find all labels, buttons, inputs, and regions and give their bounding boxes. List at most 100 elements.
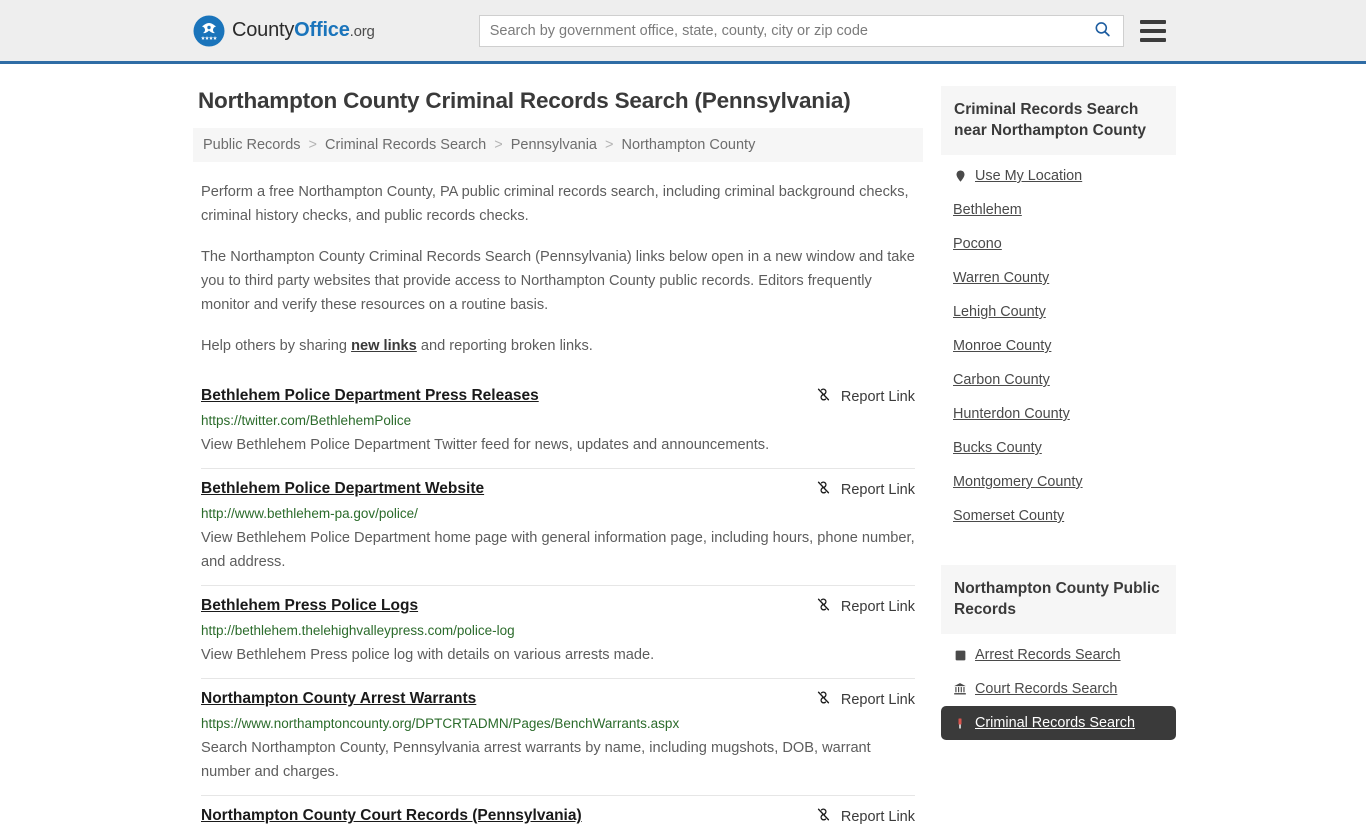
result-title-link[interactable]: Northampton County Court Records (Pennsy…: [201, 806, 582, 826]
brand-part-office: Office: [294, 19, 350, 41]
result-description: View Bethlehem Police Department home pa…: [201, 530, 915, 570]
result-item: Bethlehem Police Department Press Releas…: [201, 376, 915, 469]
result-item: Bethlehem Press Police Logs Report Link …: [201, 586, 915, 679]
breadcrumb-item-criminal-records-search[interactable]: Criminal Records Search: [325, 137, 486, 153]
map-pin-icon: [953, 168, 967, 184]
report-link-button[interactable]: Report Link: [815, 806, 915, 827]
sidebar-item-label: Arrest Records Search: [975, 647, 1121, 663]
broken-link-icon: [815, 689, 832, 710]
hamburger-bar: [1139, 19, 1166, 24]
sidebar-item-pocono[interactable]: Pocono: [941, 227, 1176, 261]
search-input[interactable]: [479, 15, 1083, 46]
breadcrumb-item-public-records[interactable]: Public Records: [203, 137, 301, 153]
report-link-label: Report Link: [840, 598, 915, 615]
sidebar-item-warren-county[interactable]: Warren County: [941, 261, 1176, 295]
report-link-button[interactable]: Report Link: [815, 479, 915, 500]
sidebar-item-label: Montgomery County: [953, 474, 1083, 490]
fingerprint-icon: [953, 647, 967, 663]
report-link-label: Report Link: [840, 481, 915, 498]
breadcrumb-separator: >: [308, 137, 318, 153]
site-logo[interactable]: CountyOffice.org: [193, 15, 375, 47]
site-logo-text: CountyOffice.org: [232, 19, 375, 42]
result-title-link[interactable]: Bethlehem Press Police Logs: [201, 596, 418, 616]
results-list: Bethlehem Police Department Press Releas…: [193, 376, 923, 838]
sidebar: Criminal Records Search near Northampton…: [941, 64, 1176, 838]
breadcrumb-item-northampton-county[interactable]: Northampton County: [622, 137, 756, 153]
sidebar-public-records-list: Arrest Records Search Court Records Sear…: [941, 634, 1176, 746]
header-search-area: [478, 14, 1166, 47]
brand-part-county: County: [232, 19, 295, 41]
result-url: http://bethlehem.thelehighvalleypress.co…: [201, 623, 515, 638]
sidebar-item-monroe-county[interactable]: Monroe County: [941, 329, 1176, 363]
sidebar-item-hunterdon-county[interactable]: Hunterdon County: [941, 397, 1176, 431]
hamburger-menu-icon[interactable]: [1139, 19, 1166, 42]
result-item: Bethlehem Police Department Website Repo…: [201, 469, 915, 586]
intro-paragraph-3: Help others by sharing new links and rep…: [201, 334, 915, 358]
report-link-button[interactable]: Report Link: [815, 689, 915, 710]
sidebar-item-somerset-county[interactable]: Somerset County: [941, 499, 1176, 533]
search-box[interactable]: [478, 14, 1124, 47]
breadcrumb-item-pennsylvania[interactable]: Pennsylvania: [511, 137, 597, 153]
sidebar-item-montgomery-county[interactable]: Montgomery County: [941, 465, 1176, 499]
sidebar-item-criminal-records-search[interactable]: Criminal Records Search: [941, 706, 1176, 740]
sidebar-item-carbon-county[interactable]: Carbon County: [941, 363, 1176, 397]
gavel-icon: [953, 715, 967, 731]
result-url: https://www.northamptoncounty.org/DPTCRT…: [201, 716, 680, 731]
search-submit-button[interactable]: [1083, 16, 1123, 46]
intro-paragraph-2: The Northampton County Criminal Records …: [201, 249, 915, 313]
result-header: Northampton County Arrest Warrants Repor…: [201, 689, 915, 710]
sidebar-item-court-records-search[interactable]: Court Records Search: [941, 672, 1176, 706]
result-item: Northampton County Arrest Warrants Repor…: [201, 679, 915, 796]
result-item: Northampton County Court Records (Pennsy…: [201, 796, 915, 838]
report-link-button[interactable]: Report Link: [815, 596, 915, 617]
sidebar-item-label: Court Records Search: [975, 681, 1118, 697]
courthouse-icon: [953, 681, 967, 697]
sidebar-card-nearby: Criminal Records Search near Northampton…: [941, 86, 1176, 539]
page-title: Northampton County Criminal Records Sear…: [198, 88, 851, 113]
brand-part-org: .org: [349, 23, 375, 40]
report-link-label: Report Link: [840, 691, 915, 708]
intro-p3-before: Help others by sharing: [201, 338, 352, 354]
sidebar-item-lehigh-county[interactable]: Lehigh County: [941, 295, 1176, 329]
intro-text: Perform a free Northampton County, PA pu…: [193, 180, 923, 358]
report-link-label: Report Link: [840, 808, 915, 825]
sidebar-item-label: Use My Location: [975, 168, 1083, 184]
sidebar-heading-nearby: Criminal Records Search near Northampton…: [941, 86, 1176, 155]
sidebar-item-label: Warren County: [953, 270, 1050, 286]
result-header: Bethlehem Press Police Logs Report Link: [201, 596, 915, 617]
result-title-link[interactable]: Northampton County Arrest Warrants: [201, 689, 476, 709]
sidebar-item-label: Hunterdon County: [953, 406, 1070, 422]
sidebar-item-use-my-location[interactable]: Use My Location: [941, 159, 1176, 193]
result-title-link[interactable]: Bethlehem Police Department Press Releas…: [201, 386, 539, 406]
page-container: Northampton County Criminal Records Sear…: [188, 64, 1178, 838]
hamburger-bar: [1139, 37, 1166, 42]
result-title-link[interactable]: Bethlehem Police Department Website: [201, 479, 484, 499]
sidebar-item-bucks-county[interactable]: Bucks County: [941, 431, 1176, 465]
sidebar-item-label: Bucks County: [953, 440, 1042, 456]
sidebar-item-label: Pocono: [953, 236, 1002, 252]
report-link-button[interactable]: Report Link: [815, 386, 915, 407]
report-link-label: Report Link: [840, 388, 915, 405]
result-description: View Bethlehem Police Department Twitter…: [201, 437, 770, 453]
result-url: https://twitter.com/BethlehemPolice: [201, 413, 412, 428]
main-column: Northampton County Criminal Records Sear…: [193, 64, 923, 838]
breadcrumb-separator: >: [494, 137, 503, 153]
sidebar-item-label: Bethlehem: [953, 202, 1022, 218]
result-header: Northampton County Court Records (Pennsy…: [201, 806, 915, 827]
broken-link-icon: [815, 479, 832, 500]
new-links-link[interactable]: new links: [351, 338, 417, 354]
breadcrumb: Public Records > Criminal Records Search…: [193, 128, 923, 162]
sidebar-item-bethlehem[interactable]: Bethlehem: [941, 193, 1176, 227]
result-header: Bethlehem Police Department Press Releas…: [201, 386, 915, 407]
sidebar-item-arrest-records-search[interactable]: Arrest Records Search: [941, 638, 1176, 672]
result-description: Search Northampton County, Pennsylvania …: [201, 740, 871, 780]
sidebar-item-label: Monroe County: [953, 338, 1052, 354]
eagle-seal-icon: [193, 15, 225, 47]
breadcrumb-separator: >: [605, 137, 614, 153]
sidebar-heading-public-records: Northampton County Public Records: [941, 565, 1176, 634]
intro-p3-after: and reporting broken links.: [416, 338, 593, 354]
result-url: http://www.bethlehem-pa.gov/police/: [201, 506, 418, 521]
search-icon: [1093, 20, 1112, 42]
site-header: CountyOffice.org: [0, 0, 1366, 64]
sidebar-nearby-list: Use My Location Bethlehem Pocono Warren …: [941, 155, 1176, 539]
